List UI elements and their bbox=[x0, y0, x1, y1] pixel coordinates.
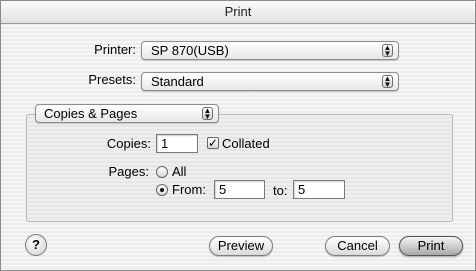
collated-label: Collated bbox=[222, 136, 270, 151]
copies-field[interactable]: 1 bbox=[156, 134, 198, 153]
presets-value: Standard bbox=[151, 74, 204, 89]
pages-all-label: All bbox=[172, 164, 187, 179]
printer-value: SP 870(USB) bbox=[151, 43, 229, 58]
copies-label: Copies: bbox=[106, 136, 151, 151]
collated-checkbox[interactable]: ✓ bbox=[207, 137, 219, 149]
window-title: Print bbox=[1, 1, 475, 24]
printer-label: Printer: bbox=[94, 42, 136, 57]
pages-from-radio[interactable] bbox=[156, 184, 168, 196]
print-button[interactable]: Print bbox=[399, 236, 463, 256]
help-button[interactable]: ? bbox=[25, 234, 47, 256]
up-down-arrows-icon: ▲ ▼ bbox=[382, 74, 393, 89]
checkmark-icon: ✓ bbox=[208, 136, 219, 150]
presets-popup[interactable]: Standard ▲ ▼ bbox=[141, 72, 399, 91]
section-popup[interactable]: Copies & Pages ▲ ▼ bbox=[35, 104, 219, 123]
printer-popup[interactable]: SP 870(USB) ▲ ▼ bbox=[141, 41, 399, 60]
print-dialog: Print Printer: SP 870(USB) ▲ ▼ Presets: S… bbox=[0, 0, 476, 271]
cancel-button[interactable]: Cancel bbox=[325, 236, 390, 256]
copies-pages-panel bbox=[26, 114, 453, 222]
section-value: Copies & Pages bbox=[44, 106, 138, 121]
up-down-arrows-icon: ▲ ▼ bbox=[202, 106, 213, 121]
presets-label: Presets: bbox=[88, 72, 136, 87]
pages-all-radio[interactable] bbox=[156, 166, 168, 178]
preview-button[interactable]: Preview bbox=[209, 236, 273, 256]
pages-label: Pages: bbox=[108, 164, 149, 179]
up-down-arrows-icon: ▲ ▼ bbox=[382, 43, 393, 58]
pages-from-label: From: bbox=[172, 182, 206, 197]
pages-to-label: to: bbox=[273, 183, 288, 198]
from-field[interactable]: 5 bbox=[214, 180, 265, 199]
to-field[interactable]: 5 bbox=[293, 180, 345, 199]
